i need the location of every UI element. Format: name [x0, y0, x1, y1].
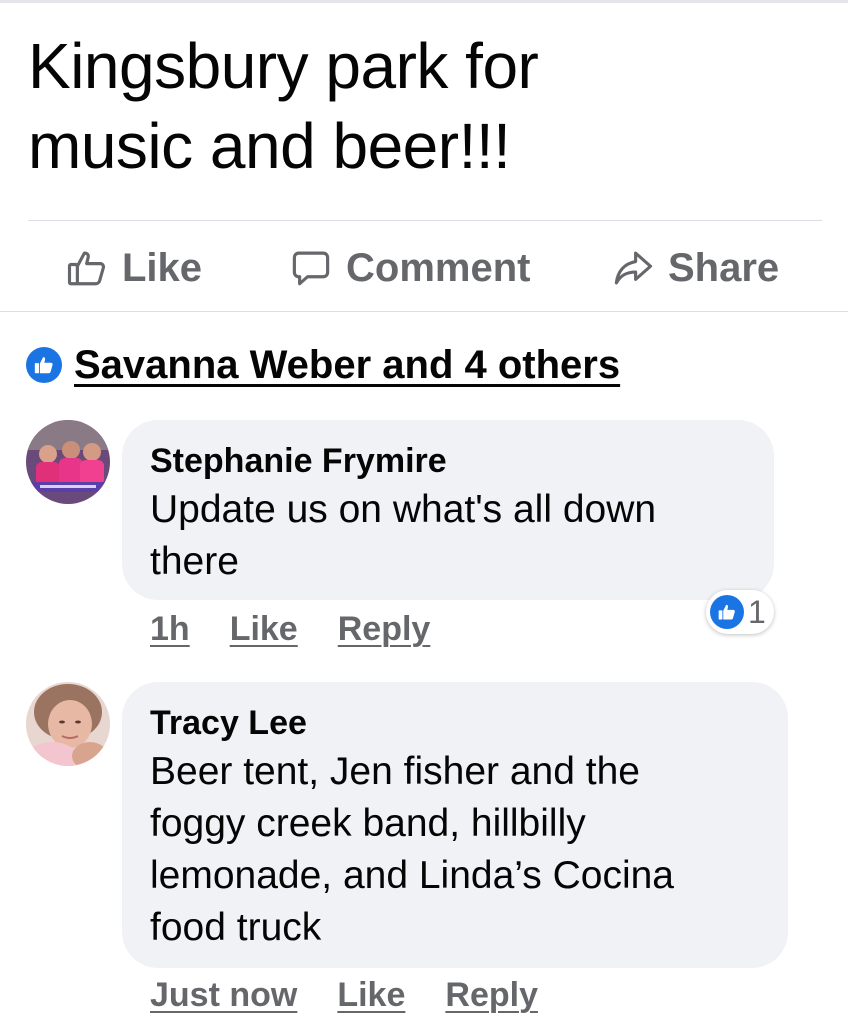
comment-text: Update us on what's all down there	[150, 484, 656, 588]
comment-meta: Just now Like Reply	[150, 976, 578, 1015]
comment-reaction-count[interactable]: 1	[706, 590, 774, 634]
comment-meta: 1h Like Reply	[150, 610, 470, 649]
post-text-line: music and beer!!!	[28, 110, 511, 182]
like-reaction-icon	[710, 595, 744, 629]
comment-text-line: Beer tent, Jen fisher and the	[150, 750, 640, 793]
divider	[0, 311, 848, 312]
share-arrow-icon	[614, 251, 653, 285]
comment-item: Tracy Lee Beer tent, Jen fisher and the …	[0, 682, 848, 1022]
post-text: Kingsbury park for music and beer!!!	[28, 26, 808, 186]
comment-like-button[interactable]: Like	[230, 610, 298, 649]
top-border	[0, 0, 848, 3]
comment-text-line: Update us on what's all down	[150, 488, 657, 531]
like-button[interactable]: Like	[66, 238, 202, 298]
reaction-count-value: 1	[748, 593, 766, 630]
post-action-bar: Like Comment Share	[0, 238, 848, 298]
thumbs-up-outline-icon	[67, 251, 106, 286]
comment-text-line: foggy creek band, hillbilly	[150, 802, 586, 845]
post-text-line: Kingsbury park for	[28, 30, 539, 102]
comment-button[interactable]: Comment	[290, 238, 530, 298]
comment-reply-button[interactable]: Reply	[445, 976, 538, 1015]
comment-bubble: Tracy Lee Beer tent, Jen fisher and the …	[122, 682, 788, 968]
share-button[interactable]: Share	[612, 238, 779, 298]
avatar[interactable]	[26, 682, 110, 766]
divider	[28, 220, 822, 221]
comment-reply-button[interactable]: Reply	[338, 610, 431, 649]
comment-timestamp[interactable]: Just now	[150, 976, 297, 1015]
reactions-summary[interactable]: Savanna Weber and 4 others	[26, 342, 620, 388]
comment-author[interactable]: Stephanie Frymire	[150, 442, 447, 481]
reactions-summary-text: Savanna Weber and 4 others	[74, 342, 621, 387]
avatar[interactable]	[26, 420, 110, 504]
comment-text: Beer tent, Jen fisher and the foggy cree…	[150, 746, 674, 954]
comment-timestamp[interactable]: 1h	[150, 610, 190, 649]
comment-bubble: Stephanie Frymire Update us on what's al…	[122, 420, 774, 600]
share-button-label: Share	[668, 245, 780, 290]
comment-text-line: there	[150, 540, 239, 583]
speech-bubble-icon	[292, 251, 330, 286]
comment-text-line: lemonade, and Linda’s Cocina	[150, 854, 674, 897]
comment-author[interactable]: Tracy Lee	[150, 704, 307, 743]
comment-like-button[interactable]: Like	[337, 976, 405, 1015]
comment-text-line: food truck	[150, 906, 322, 949]
like-reaction-icon	[26, 347, 62, 383]
comment-item: Stephanie Frymire Update us on what's al…	[0, 420, 848, 660]
like-button-label: Like	[122, 245, 203, 290]
comment-button-label: Comment	[346, 245, 531, 290]
